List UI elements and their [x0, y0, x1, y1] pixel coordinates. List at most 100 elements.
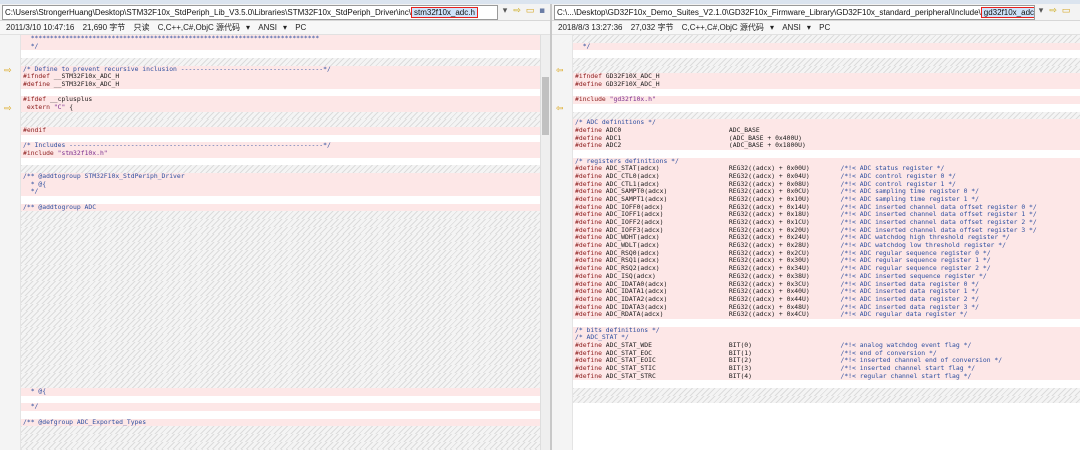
folder-open-icon[interactable]: ▭ — [1060, 5, 1072, 18]
code-line — [573, 35, 1080, 43]
right-path-filename: gd32f10x_adc.h — [980, 7, 1034, 18]
left-encoding[interactable]: ANSI — [258, 23, 277, 32]
code-token: "stm32f10x.h" — [57, 149, 108, 158]
code-token: #define — [575, 80, 602, 89]
next-diff-arrow-icon[interactable]: ⇨ — [512, 5, 522, 18]
code-line — [21, 111, 540, 120]
code-line — [21, 234, 540, 243]
folder-open-icon[interactable]: ▭ — [524, 5, 536, 18]
code-token: #define — [23, 80, 50, 89]
code-line — [21, 265, 540, 273]
right-language[interactable]: C,C++,C#,ObjC 源代码 — [682, 23, 764, 32]
code-token: #include — [575, 95, 606, 104]
right-size: 27,032 字节 — [630, 23, 674, 32]
code-line: extern "C" { — [21, 103, 540, 112]
code-token: "C" — [53, 103, 66, 112]
code-line: #include "gd32f10x.h" — [573, 95, 1080, 105]
chevron-down-icon[interactable]: ▾ — [1036, 5, 1046, 18]
code-line: /* bits definitions */ — [573, 326, 1080, 335]
right-eol[interactable]: PC — [819, 23, 830, 32]
left-file-pane: C:\Users\StrongerHuang\Desktop\STM32F10x… — [0, 4, 550, 450]
code-line — [21, 303, 540, 312]
code-line — [21, 249, 540, 258]
code-line — [21, 441, 540, 450]
code-line: #define ADC_RDATA(adcx) REG32((adcx) + 0… — [573, 310, 1080, 319]
code-line — [21, 357, 540, 365]
code-line: #define GD32F10X_ADC_H — [573, 80, 1080, 89]
right-file-info: 2018/8/3 13:27:36 27,032 字节 C,C++,C#,Obj… — [552, 21, 1080, 35]
code-line — [21, 242, 540, 250]
code-line — [21, 326, 540, 335]
left-path-prefix: C:\Users\StrongerHuang\Desktop\STM32F10x… — [5, 8, 411, 17]
next-diff-arrow-icon[interactable]: ⇨ — [1048, 5, 1058, 18]
code-line: /** @addtogroup ADC — [21, 203, 540, 212]
code-line — [21, 349, 540, 358]
code-line — [21, 288, 540, 296]
left-code-view[interactable]: ****************************************… — [21, 35, 540, 450]
code-line: ****************************************… — [21, 35, 540, 43]
left-eol[interactable]: PC — [295, 23, 306, 32]
code-line — [21, 226, 540, 235]
code-token: #include — [23, 149, 54, 158]
diff-arrow-icon[interactable]: ⇨ — [4, 104, 12, 114]
code-line — [21, 311, 540, 319]
left-date: 2011/3/10 10:47:16 — [6, 23, 75, 32]
code-line: * @{ — [21, 180, 540, 189]
left-language[interactable]: C,C++,C#,ObjC 源代码 — [158, 23, 240, 32]
code-line: #define __STM32F10x_ADC_H — [21, 80, 540, 89]
code-line — [573, 387, 1080, 396]
left-path-toolbar: C:\Users\StrongerHuang\Desktop\STM32F10x… — [0, 4, 550, 21]
code-line — [21, 211, 540, 220]
left-scrollbar[interactable] — [540, 35, 550, 450]
code-line — [21, 426, 540, 434]
code-line: #define ADC2 (ADC_BASE + 0x1800U) — [573, 142, 1080, 151]
left-scroll-thumb[interactable] — [542, 77, 549, 135]
chevron-down-icon[interactable]: ▾ — [500, 5, 510, 18]
right-date: 2018/8/3 13:27:36 — [558, 23, 623, 32]
right-gutter: ⇦ ⇦ — [552, 35, 573, 450]
code-token: /*!< ADC regular data register */ — [840, 310, 968, 319]
code-line: */ — [21, 403, 540, 411]
code-line: */ — [21, 42, 540, 51]
left-size: 21,690 字节 — [82, 23, 126, 32]
code-line — [21, 433, 540, 442]
right-path-prefix: C:\...\Desktop\GD32F10x_Demo_Suites_V2.1… — [557, 8, 981, 17]
code-line — [21, 341, 540, 350]
code-line — [21, 318, 540, 327]
code-line — [21, 364, 540, 373]
code-token: extern — [26, 103, 50, 112]
save-icon[interactable]: ▪ — [537, 5, 547, 18]
right-encoding[interactable]: ANSI — [782, 23, 801, 32]
code-line: #ifdef __cplusplus — [21, 96, 540, 105]
code-line — [21, 119, 540, 128]
code-line: /** @defgroup ADC_Exported_Types — [21, 418, 540, 427]
right-code-view[interactable]: */ #ifndef GD32F10X_ADC_H #define GD32F1… — [573, 35, 1080, 450]
diff-arrow-icon[interactable]: ⇨ — [4, 66, 12, 76]
code-line — [21, 295, 540, 304]
code-token: #define — [575, 310, 602, 319]
diff-arrow-icon[interactable]: ⇦ — [556, 104, 564, 114]
code-line: #include "stm32f10x.h" — [21, 149, 540, 158]
code-token: /*!< regular channel start flag */ — [840, 371, 972, 380]
right-path-input[interactable]: C:\...\Desktop\GD32F10x_Demo_Suites_V2.1… — [554, 5, 1035, 20]
left-gutter: ⇨ ⇨ — [0, 35, 21, 450]
code-line — [21, 257, 540, 266]
code-line: #endif — [21, 126, 540, 135]
code-line — [21, 380, 540, 388]
code-token: #endif — [23, 126, 47, 135]
diff-arrow-icon[interactable]: ⇦ — [556, 66, 564, 76]
right-file-pane: C:\...\Desktop\GD32F10x_Demo_Suites_V2.1… — [552, 4, 1080, 450]
code-line — [21, 334, 540, 342]
code-token: #define — [575, 371, 602, 380]
code-line — [573, 395, 1080, 404]
left-file-info: 2011/3/10 10:47:16 21,690 字节 只读 C,C++,C#… — [0, 21, 550, 35]
code-token: "gd32f10x.h" — [609, 95, 656, 104]
left-path-input[interactable]: C:\Users\StrongerHuang\Desktop\STM32F10x… — [2, 5, 498, 20]
left-readonly: 只读 — [133, 23, 150, 32]
